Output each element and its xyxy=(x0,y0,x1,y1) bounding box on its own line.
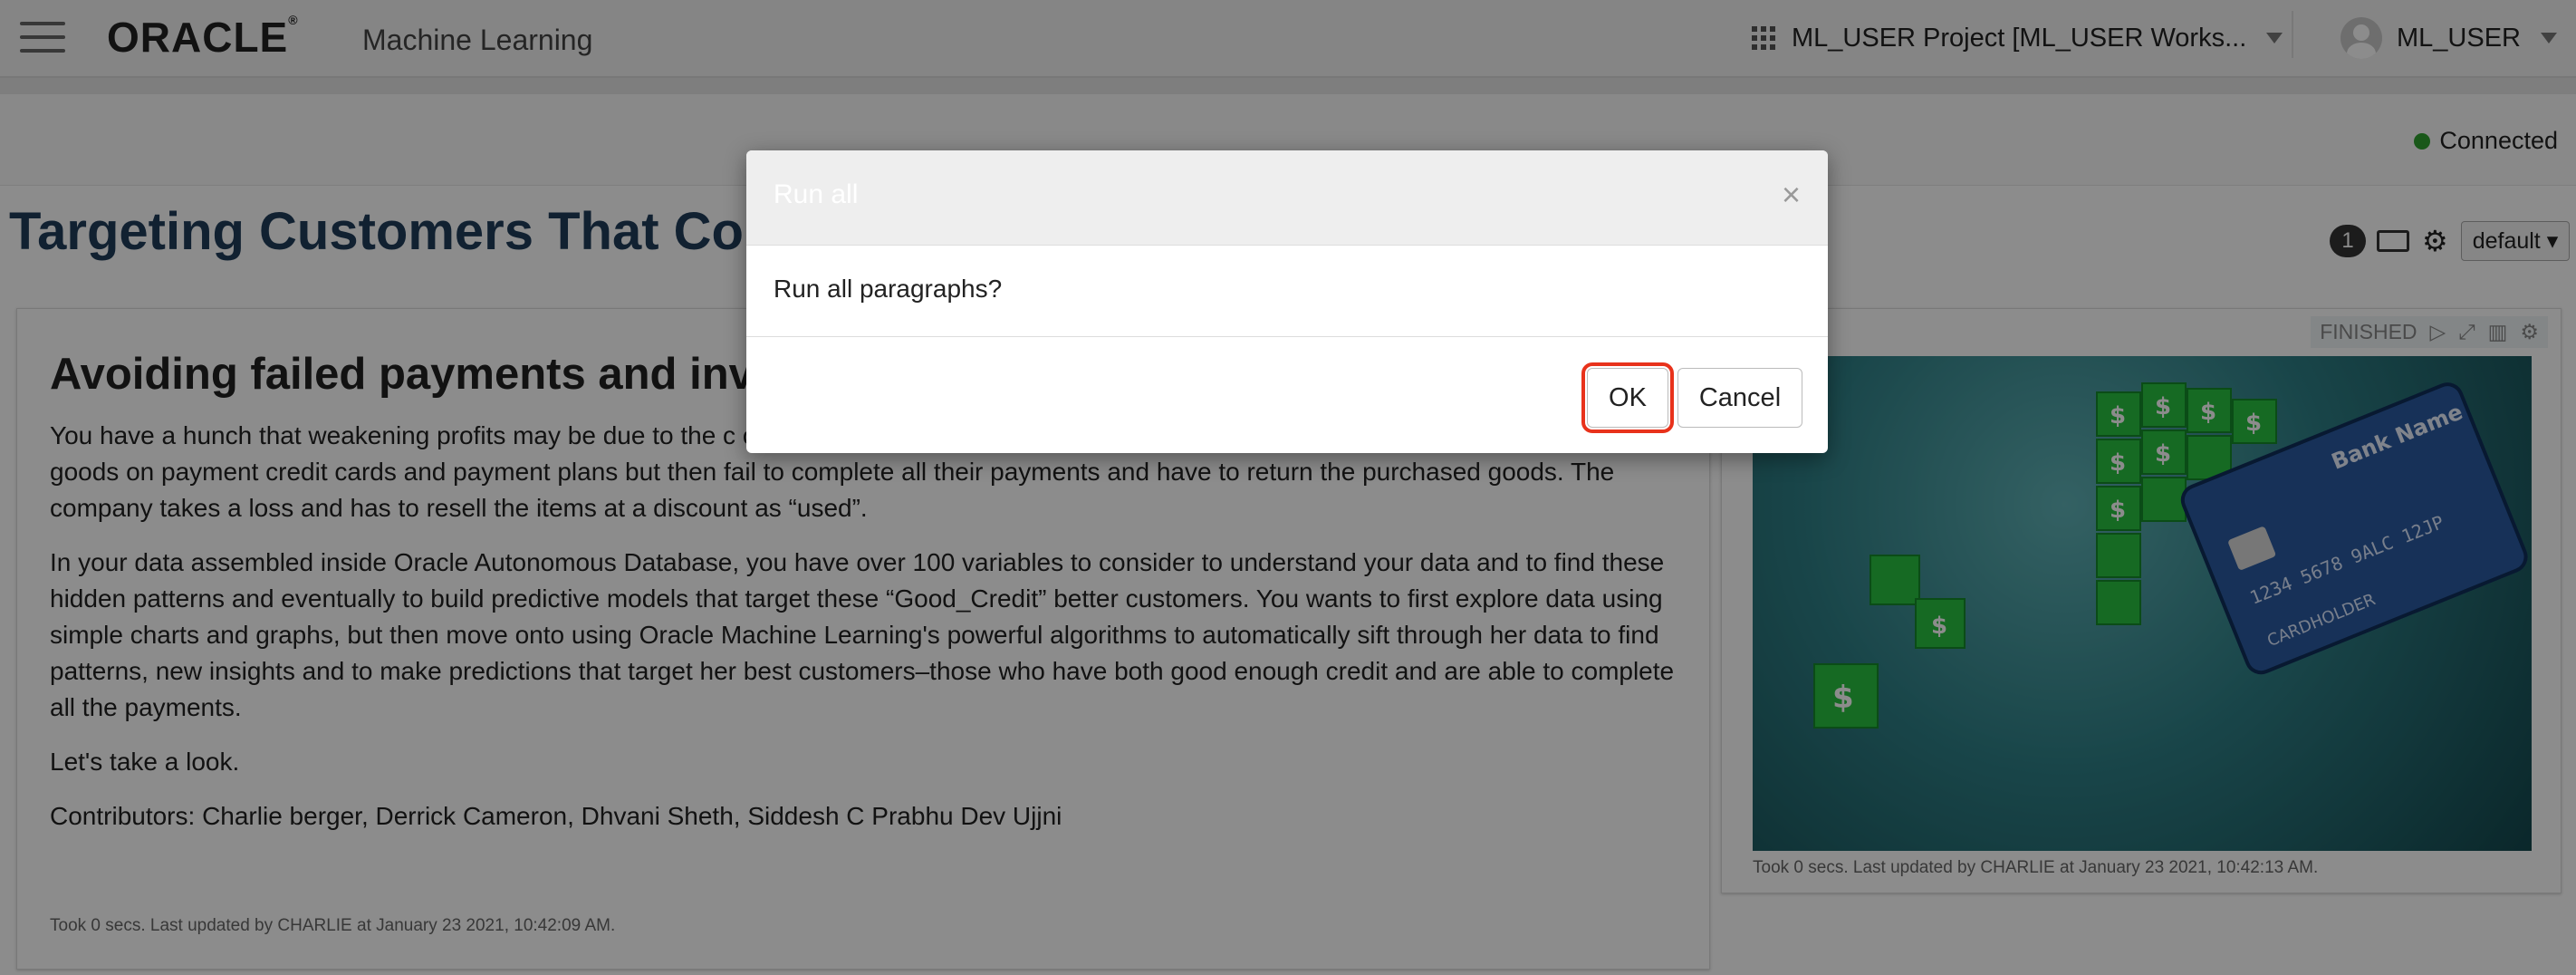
dialog-message: Run all paragraphs? xyxy=(774,275,1003,303)
dialog-body: Run all paragraphs? xyxy=(746,246,1828,337)
run-all-dialog: Run all × Run all paragraphs? OK Cancel xyxy=(746,150,1828,453)
ok-button[interactable]: OK xyxy=(1581,362,1674,433)
close-icon[interactable]: × xyxy=(1782,176,1801,214)
dialog-header: Run all × xyxy=(746,150,1828,246)
dialog-title: Run all xyxy=(774,179,859,209)
dialog-footer: OK Cancel xyxy=(746,337,1828,453)
cancel-button[interactable]: Cancel xyxy=(1677,368,1802,428)
modal-backdrop[interactable] xyxy=(0,0,2576,975)
